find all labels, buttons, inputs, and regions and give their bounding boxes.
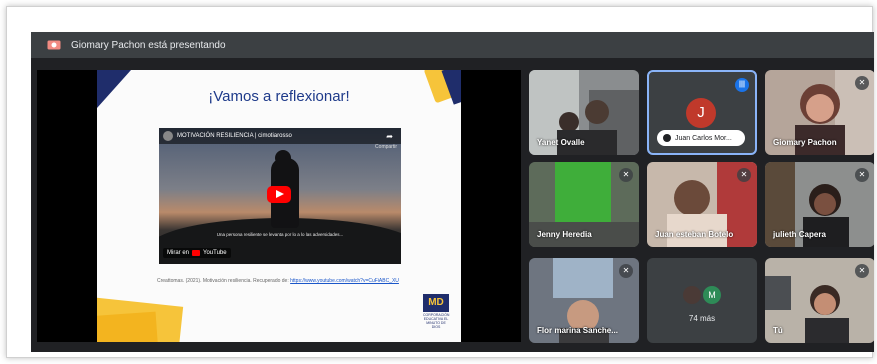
participant-name: Tú [773, 326, 783, 335]
avatar [683, 286, 701, 304]
youtube-icon [192, 250, 201, 256]
participant-tile-active[interactable]: ||| J Juan Carlos Mor... [647, 70, 757, 155]
participant-name: Yanet Ovalle [537, 138, 585, 147]
embedded-video[interactable]: MOTIVACIÓN RESILIENCIA | cimotiarosso ➦ … [159, 128, 401, 264]
more-participants-tile[interactable]: M 74 más [647, 258, 757, 343]
participant-name: Juan esteban Botelo [655, 230, 734, 239]
watch-on-youtube-button[interactable]: Mirar en YouTube [163, 248, 231, 258]
mic-off-icon: ✕ [855, 264, 869, 278]
avatar: M [703, 286, 721, 304]
avatar: J [686, 98, 716, 128]
video-caption: Una persona resiliente se levanta por lo… [216, 232, 344, 237]
more-participants-count: 74 más [688, 314, 716, 323]
participant-tile[interactable]: ✕ Juan esteban Botelo [647, 162, 757, 247]
share-label: Compartir [375, 144, 397, 150]
screenshot-frame: Giomary Pachon está presentando ¡Vamos a… [6, 6, 874, 358]
slide-title: ¡Vamos a reflexionar! [208, 88, 350, 105]
mic-off-icon: ✕ [619, 264, 633, 278]
slide: ¡Vamos a reflexionar! MOTIVACIÓN RESILIE… [97, 70, 461, 342]
participant-name-tag: Juan Carlos Mor... [657, 130, 745, 146]
participant-name: Flor marina Sanche... [537, 326, 618, 335]
channel-avatar [163, 131, 173, 141]
slide-corner-decoration [97, 311, 159, 342]
reference-link[interactable]: https://www.youtube.com/watch?v=CuFiABC_… [290, 278, 399, 284]
participant-tile[interactable]: ✕ Flor marina Sanche... [529, 258, 639, 343]
presentation-stage[interactable]: ¡Vamos a reflexionar! MOTIVACIÓN RESILIE… [37, 70, 521, 342]
participant-name: julieth Capera [773, 230, 826, 239]
mic-off-icon: ✕ [737, 168, 751, 182]
participant-name: Giomary Pachon [773, 138, 837, 147]
meeting-window: Giomary Pachon está presentando ¡Vamos a… [31, 32, 874, 352]
video-title: MOTIVACIÓN RESILIENCIA | cimotiarosso [177, 133, 292, 139]
institution-logo: MD CORPORACIÓN EDUCATIVA EL MINUTO DE DI… [423, 294, 449, 334]
reference-text: Creattomas. (2021). Motivación resilienc… [157, 278, 399, 284]
play-button-icon[interactable] [267, 186, 291, 203]
share-icon[interactable]: ➦ [386, 132, 393, 141]
participant-tile[interactable]: ✕ julieth Capera [765, 162, 874, 247]
participant-name: Jenny Heredia [537, 230, 592, 239]
mic-off-icon: ✕ [855, 168, 869, 182]
presenter-text: Giomary Pachon está presentando [71, 39, 226, 51]
presentation-icon [47, 40, 61, 50]
mic-off-icon: ✕ [619, 168, 633, 182]
participant-tile[interactable]: ✕ Giomary Pachon [765, 70, 874, 155]
participant-tile[interactable]: Yanet Ovalle [529, 70, 639, 155]
video-title-bar: MOTIVACIÓN RESILIENCIA | cimotiarosso [159, 128, 401, 144]
participant-tile[interactable]: ✕ Jenny Heredia [529, 162, 639, 247]
audio-wave-icon: ||| [735, 78, 749, 92]
user-icon [663, 134, 671, 142]
self-tile[interactable]: ✕ Tú [765, 258, 874, 343]
mic-off-icon: ✕ [855, 76, 869, 90]
presenter-bar: Giomary Pachon está presentando [31, 32, 874, 58]
